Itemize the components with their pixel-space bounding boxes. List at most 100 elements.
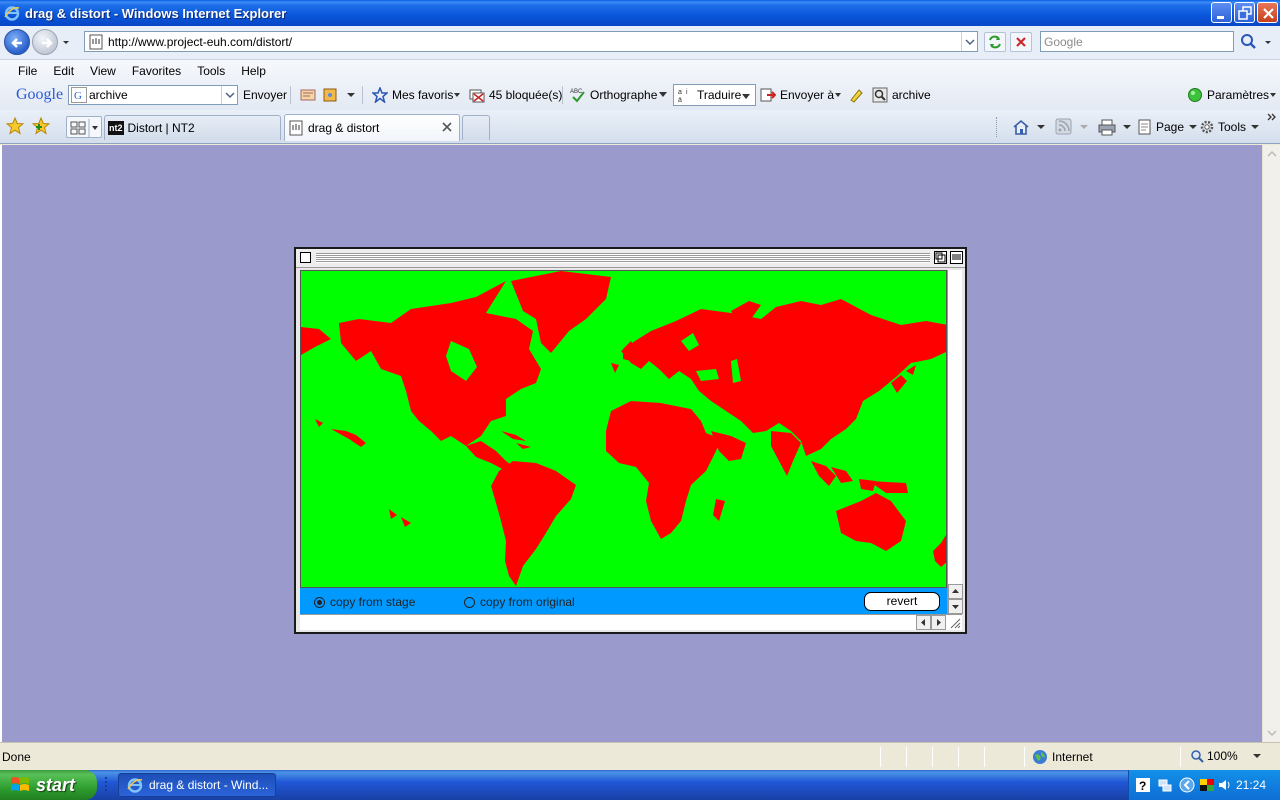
add-favorite-icon[interactable] [32, 117, 50, 135]
send-to-button[interactable]: Envoyer à [760, 84, 842, 106]
google-search-dropdown[interactable] [221, 86, 237, 104]
chevron-down-icon [835, 93, 842, 97]
tab-drag-distort[interactable]: drag & distort [284, 114, 460, 141]
taskbar-ie-window[interactable]: drag & distort - Wind... [118, 773, 276, 797]
page-icon [289, 120, 303, 136]
spellcheck-button[interactable]: ABC Orthographe [570, 84, 657, 106]
google-send-button[interactable]: Envoyer [243, 84, 287, 106]
more-commands-icon[interactable] [1266, 112, 1278, 124]
security-zone[interactable]: Internet [1032, 749, 1093, 765]
globe-icon [1033, 750, 1047, 764]
copy-from-stage-label: copy from stage [330, 595, 416, 609]
chevron-down-icon [1080, 125, 1088, 129]
copy-from-original-radio[interactable]: copy from original [464, 595, 575, 609]
close-tab-icon[interactable] [441, 121, 453, 133]
chevron-down-icon[interactable] [345, 89, 357, 111]
scroll-down-button[interactable] [948, 599, 963, 614]
google-logo-text: Google [16, 86, 64, 103]
new-tab-button[interactable] [462, 115, 490, 140]
world-map[interactable] [301, 271, 947, 588]
print-button[interactable] [1098, 116, 1132, 138]
tools-menu-button[interactable]: Tools [1199, 116, 1260, 138]
address-url[interactable]: http://www.project-euh.com/distort/ [108, 35, 292, 49]
zoom-control[interactable]: 100% [1190, 749, 1262, 763]
menu-help[interactable]: Help [233, 64, 274, 80]
window-title-bar[interactable]: drag & distort - Windows Internet Explor… [0, 0, 1280, 26]
menu-file[interactable]: File [10, 64, 45, 80]
quick-tabs-button[interactable] [66, 116, 102, 138]
start-button[interactable]: start [0, 770, 97, 800]
network-icon[interactable] [1157, 777, 1173, 793]
status-bar: Done Internet 100% [0, 742, 1280, 770]
app-title-bar[interactable] [296, 249, 965, 268]
stop-button[interactable] [1010, 32, 1032, 52]
magnifier-icon [872, 87, 888, 103]
help-icon[interactable]: ? [1135, 777, 1151, 793]
highlighter-icon[interactable] [848, 87, 864, 109]
app-zoom-box[interactable] [934, 251, 947, 264]
translate-button[interactable]: aiä Traduire [673, 84, 756, 106]
app-horizontal-scrollbar[interactable] [300, 614, 962, 630]
madagascar-shape [713, 499, 725, 521]
scroll-left-button[interactable] [916, 615, 931, 630]
svg-text:ABC: ABC [570, 89, 583, 95]
favorites-center-icon[interactable] [6, 117, 24, 135]
copy-from-stage-radio[interactable]: copy from stage [314, 595, 415, 609]
archive-label: archive [892, 88, 931, 102]
chevron-down-icon[interactable] [658, 90, 668, 112]
menu-tools[interactable]: Tools [189, 64, 233, 80]
scroll-right-button[interactable] [931, 615, 946, 630]
refresh-button[interactable] [984, 32, 1006, 52]
bookmarks-button[interactable]: Mes favoris [372, 84, 461, 106]
stop-icon [1016, 37, 1026, 47]
app-close-box[interactable] [300, 252, 311, 263]
arrow-up-icon[interactable] [1265, 147, 1279, 161]
chevron-down-icon [1251, 125, 1260, 129]
radio-unselected-indicator [464, 596, 475, 608]
volume-icon[interactable] [1217, 777, 1233, 793]
printer-icon [1098, 119, 1116, 136]
svg-text:ä: ä [678, 97, 682, 103]
search-options-icon[interactable] [1262, 35, 1274, 49]
arrow-down-icon[interactable] [1265, 726, 1279, 740]
svg-text:i: i [686, 89, 688, 96]
highlight-icon[interactable] [300, 87, 316, 109]
search-input[interactable]: Google [1040, 31, 1234, 52]
menu-favorites[interactable]: Favorites [124, 64, 189, 80]
zoom-label: 100% [1207, 749, 1238, 763]
google-settings-button[interactable]: Paramètres [1187, 84, 1277, 106]
minimize-button[interactable] [1211, 2, 1232, 23]
address-bar[interactable]: http://www.project-euh.com/distort/ [84, 31, 978, 52]
distort-stage[interactable] [300, 270, 947, 588]
restore-button[interactable] [1234, 2, 1255, 23]
back-button[interactable] [4, 29, 30, 55]
resize-grip-icon[interactable] [948, 616, 961, 629]
feeds-button[interactable] [1055, 116, 1089, 138]
popup-blocker-button[interactable]: 45 bloquée(s) [469, 84, 562, 106]
page-menu-button[interactable]: Page [1137, 116, 1198, 138]
close-button[interactable] [1257, 2, 1278, 23]
clock[interactable]: 21:24 [1236, 778, 1266, 792]
australia-shape [836, 493, 906, 551]
history-dropdown-icon[interactable] [60, 36, 72, 48]
menu-view[interactable]: View [82, 64, 124, 80]
zoom-icon [1191, 750, 1204, 763]
address-dropdown-button[interactable] [961, 32, 977, 51]
page-vertical-scrollbar[interactable] [1262, 145, 1280, 742]
scroll-up-button[interactable] [948, 584, 963, 599]
puzzle-icon[interactable] [322, 87, 340, 109]
search-icon[interactable] [1238, 32, 1260, 52]
tab-distort-nt2[interactable]: nt2 Distort | NT2 [104, 115, 281, 140]
show-hidden-icons-icon[interactable] [1179, 777, 1195, 793]
google-search-input[interactable]: G archive [68, 85, 238, 105]
forward-button[interactable] [32, 29, 58, 55]
revert-button[interactable]: revert [864, 592, 940, 611]
home-button[interactable] [1012, 116, 1046, 138]
app-collapse-box[interactable] [950, 251, 963, 264]
menu-edit[interactable]: Edit [45, 64, 82, 80]
app-vertical-scrollbar[interactable] [947, 270, 963, 614]
color-flag-icon[interactable] [1199, 777, 1215, 793]
archive-search-button[interactable]: archive [872, 84, 931, 106]
google-logo[interactable]: Google [16, 84, 63, 106]
google-search-value: archive [89, 88, 128, 102]
